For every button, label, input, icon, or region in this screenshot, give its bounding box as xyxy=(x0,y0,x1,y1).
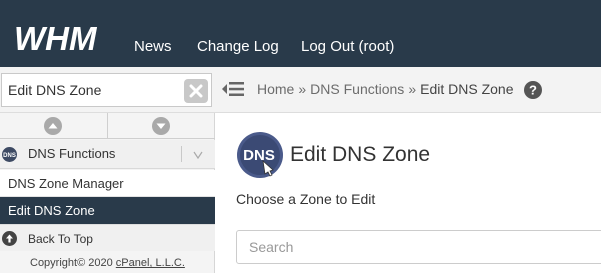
sidebar-search-input[interactable] xyxy=(8,74,184,106)
collapse-menu-icon[interactable] xyxy=(221,80,245,98)
sidebar-group-label: DNS Functions xyxy=(28,146,116,161)
sidebar-item-dns-zone-manager[interactable]: DNS Zone Manager xyxy=(0,170,215,197)
nav-change-log-link[interactable]: Change Log xyxy=(197,38,279,55)
scroll-down-icon[interactable] xyxy=(152,117,170,135)
nav-news-link[interactable]: News xyxy=(134,38,172,55)
whm-logo-text: WHM xyxy=(14,22,98,56)
svg-text:?: ? xyxy=(529,83,537,98)
page-subtitle: Choose a Zone to Edit xyxy=(236,191,376,207)
sidebar-group-dns-functions[interactable]: DNS DNS Functions xyxy=(0,140,215,169)
sidebar-item-edit-dns-zone[interactable]: Edit DNS Zone xyxy=(0,197,215,224)
close-icon xyxy=(189,84,203,98)
zone-search xyxy=(236,230,601,264)
breadcrumb-separator: » xyxy=(298,81,307,97)
cpanel-link[interactable]: cPanel, L.L.C. xyxy=(116,257,185,269)
arrow-up-circle-icon xyxy=(2,231,17,246)
sidebar-search xyxy=(1,73,212,107)
svg-text:DNS: DNS xyxy=(3,153,16,159)
scroll-up-icon[interactable] xyxy=(44,117,62,135)
clear-search-button[interactable] xyxy=(184,79,208,103)
breadcrumb-dns-functions[interactable]: DNS Functions xyxy=(310,81,404,97)
back-to-top-label: Back To Top xyxy=(28,232,93,246)
top-header: WHM News Change Log Log Out (root) xyxy=(0,0,601,67)
copyright: Copyright© 2020 cPanel, L.L.C. xyxy=(30,257,185,269)
help-icon[interactable]: ? xyxy=(524,81,542,99)
dns-icon: DNS xyxy=(2,147,17,162)
dns-page-logo-icon: DNS xyxy=(237,132,283,178)
sidebar: DNS DNS Functions DNS Zone Manager Edit … xyxy=(0,113,215,273)
breadcrumb-current: Edit DNS Zone xyxy=(420,81,514,97)
back-to-top-link[interactable]: Back To Top xyxy=(0,224,215,251)
breadcrumb-separator: » xyxy=(408,81,417,97)
page-title: Edit DNS Zone xyxy=(290,143,431,166)
nav-logout-link[interactable]: Log Out (root) xyxy=(301,38,394,55)
svg-text:DNS: DNS xyxy=(243,147,275,164)
chevron-down-icon[interactable] xyxy=(193,150,203,160)
breadcrumb-home[interactable]: Home xyxy=(257,81,294,97)
zone-search-input[interactable] xyxy=(249,231,589,263)
whm-logo[interactable]: WHM xyxy=(12,22,116,56)
breadcrumb: Home» DNS Functions» Edit DNS Zone xyxy=(257,81,513,97)
copyright-text: Copyright© 2020 xyxy=(30,257,113,269)
sidebar-scroll-controls xyxy=(0,113,215,139)
